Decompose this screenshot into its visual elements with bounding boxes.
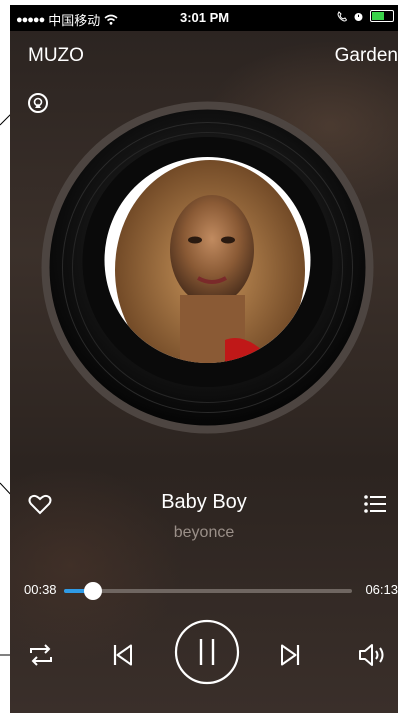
previous-icon[interactable] bbox=[113, 644, 133, 666]
room-selector[interactable]: Garden bbox=[335, 45, 398, 67]
repeat-icon[interactable] bbox=[28, 643, 54, 667]
phone-call-icon bbox=[337, 10, 347, 21]
battery-icon bbox=[370, 10, 394, 22]
status-time: 3:01 PM bbox=[180, 10, 230, 25]
volume-icon[interactable] bbox=[358, 643, 388, 667]
music-player-screen: ●●●●● 中国移动 3:01 PM MUZO Garden Baby Boy … bbox=[10, 5, 398, 713]
wifi-icon bbox=[104, 14, 118, 25]
next-icon[interactable] bbox=[280, 644, 300, 666]
status-left: ●●●●● 中国移动 bbox=[16, 10, 118, 29]
song-title: Baby Boy bbox=[161, 491, 247, 513]
signal-strength-icon: ●●●●● bbox=[16, 13, 45, 26]
status-bar: ●●●●● 中国移动 3:01 PM bbox=[10, 5, 398, 31]
status-right bbox=[337, 10, 394, 22]
alarm-icon bbox=[354, 12, 363, 21]
progress-knob[interactable] bbox=[84, 582, 103, 600]
app-title: MUZO bbox=[28, 45, 84, 66]
elapsed-time: 00:38 bbox=[24, 582, 57, 597]
album-vinyl bbox=[41, 101, 374, 434]
total-time: 06:13 bbox=[365, 582, 398, 597]
progress-slider[interactable] bbox=[64, 582, 352, 600]
carrier-label: 中国移动 bbox=[48, 13, 101, 28]
song-info: Baby Boy beyonce bbox=[10, 491, 398, 542]
song-artist: beyonce bbox=[173, 524, 235, 541]
pause-button[interactable] bbox=[174, 619, 240, 685]
playback-controls bbox=[10, 615, 398, 705]
playlist-icon[interactable] bbox=[364, 495, 386, 513]
